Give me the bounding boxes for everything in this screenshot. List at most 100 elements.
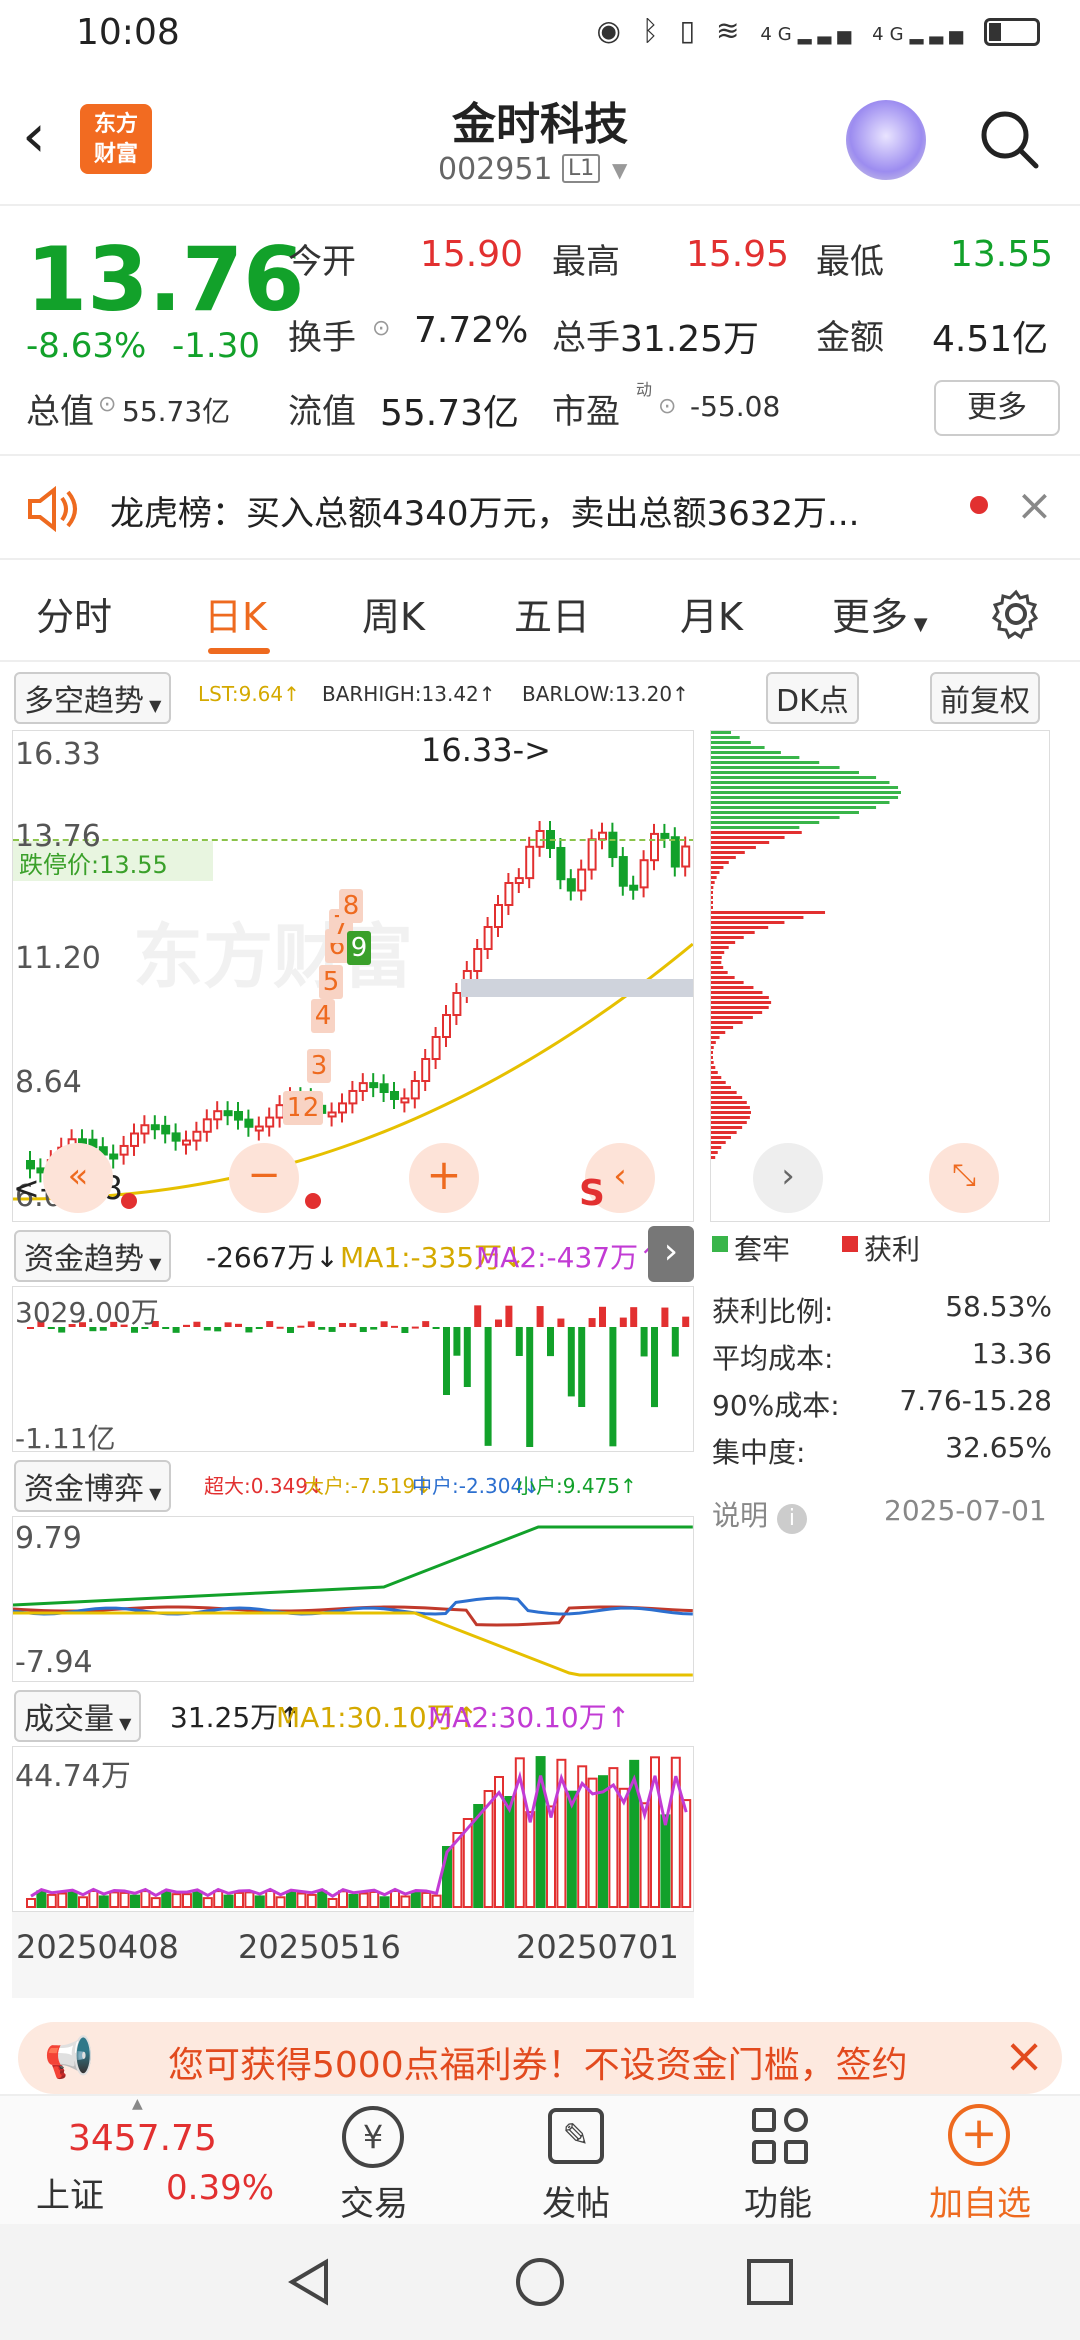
vol-ma2: MA2:30.10万↑ xyxy=(428,1701,631,1734)
fund-bar xyxy=(495,1319,502,1327)
chip-bar xyxy=(711,771,859,774)
candle xyxy=(681,845,691,868)
nav-home-icon[interactable] xyxy=(514,2256,566,2308)
fund-bar xyxy=(339,1322,346,1327)
nav-add-favorite[interactable]: 加自选 xyxy=(910,2176,1050,2225)
chip-bar xyxy=(711,791,901,794)
fund-trend-select[interactable]: 资金趋势 ▼ xyxy=(14,1230,172,1282)
index-change[interactable]: 0.39% xyxy=(166,2168,274,2208)
fund-bar xyxy=(235,1323,242,1327)
volume-bar xyxy=(119,1891,130,1908)
tab-five-day[interactable]: 五日 xyxy=(514,586,590,641)
tab-weekly-k[interactable]: 周K xyxy=(362,586,425,641)
promo-banner[interactable]: 📢 您可获得5000点福利券！不设资金门槛，签约 × xyxy=(18,2022,1062,2094)
candle xyxy=(223,1110,233,1117)
fund-bar xyxy=(463,1327,471,1387)
sell-signal: S xyxy=(579,1173,605,1214)
candle xyxy=(161,1124,171,1135)
chip-bar xyxy=(711,961,722,964)
chip-bar xyxy=(711,1121,747,1124)
volume-select[interactable]: 成交量 ▼ xyxy=(14,1690,142,1742)
chevron-down-icon[interactable]: ▼ xyxy=(612,158,627,182)
close-icon[interactable]: × xyxy=(1016,480,1053,531)
adjust-button[interactable]: 前复权 xyxy=(930,672,1040,724)
chip-bar xyxy=(711,876,717,879)
fund-bar xyxy=(661,1307,669,1327)
dk-point-button[interactable]: DK点 xyxy=(766,672,859,724)
candle xyxy=(109,1153,119,1160)
volume-bar xyxy=(57,1892,68,1908)
chip-bar xyxy=(711,1036,720,1039)
post-icon[interactable]: ✎ xyxy=(548,2108,604,2164)
volume-bar xyxy=(234,1891,244,1909)
collapse-arrow-icon[interactable]: › xyxy=(648,1226,694,1282)
chip-bar xyxy=(711,1066,716,1069)
chip-bar xyxy=(711,1141,726,1144)
fund-bar xyxy=(630,1307,638,1327)
robot-avatar[interactable] xyxy=(846,100,926,180)
float-value: 55.73亿 xyxy=(380,393,520,434)
info-icon[interactable]: ⊙ xyxy=(372,316,390,341)
promo-text[interactable]: 您可获得5000点福利券！不设资金门槛，签约 xyxy=(168,2036,908,2088)
index-value[interactable]: 3457.75 xyxy=(68,2118,217,2159)
chip-bar xyxy=(711,866,724,869)
volume-bar xyxy=(618,1787,629,1908)
notice-bar[interactable]: 龙虎榜：买入总额4340万元，卖出总额3632万... × xyxy=(0,458,1080,560)
fund-bar xyxy=(359,1327,367,1333)
signal-dot xyxy=(305,1193,321,1209)
chip-distribution[interactable]: › ⤡ xyxy=(710,730,1050,1222)
tab-monthly-k[interactable]: 月K xyxy=(680,586,743,641)
function-grid-icon[interactable] xyxy=(752,2108,808,2164)
fund-bar xyxy=(536,1306,544,1327)
tab-daily-k[interactable]: 日K xyxy=(204,586,267,641)
notice-text[interactable]: 龙虎榜：买入总额4340万元，卖出总额3632万... xyxy=(110,486,950,535)
fund-bar xyxy=(547,1327,554,1357)
search-icon[interactable] xyxy=(978,108,1040,170)
chip-bar xyxy=(711,1136,731,1139)
fund-bar xyxy=(245,1327,253,1333)
expand-icon[interactable]: ⤡ xyxy=(929,1143,999,1213)
y-label: 8.64 xyxy=(15,1065,82,1100)
add-favorite-icon[interactable]: + xyxy=(948,2104,1010,2166)
candle xyxy=(244,1118,254,1128)
info-icon[interactable]: ⊙ xyxy=(658,394,676,419)
scroll-left-icon[interactable]: « xyxy=(43,1143,113,1213)
stock-code[interactable]: 002951 xyxy=(438,152,553,187)
fund-bar xyxy=(422,1321,430,1327)
info-icon[interactable]: ⊙ xyxy=(98,392,116,417)
fund-bar xyxy=(640,1327,648,1357)
fund-ma2: MA2:-437万↑ xyxy=(476,1241,662,1274)
fund-bar xyxy=(651,1327,658,1408)
volume-bar xyxy=(67,1890,78,1908)
fund-bar xyxy=(443,1327,450,1396)
fund-bar xyxy=(370,1327,378,1330)
tab-more[interactable]: 更多 ▼ xyxy=(832,586,928,641)
fund-bar xyxy=(432,1327,440,1329)
nav-function[interactable]: 功能 xyxy=(708,2176,848,2225)
kline-chart[interactable]: 东方财富 跌停价:13.55 16.33 13.76 11.20 8.64 6.… xyxy=(12,730,694,1222)
fund-game-select[interactable]: 资金博弈 ▼ xyxy=(14,1460,172,1512)
close-icon[interactable]: × xyxy=(1004,2028,1044,2084)
more-button[interactable]: 更多 xyxy=(934,380,1060,436)
nav-back-icon[interactable] xyxy=(284,2256,336,2308)
chip-note-link[interactable]: 说明 i xyxy=(712,1494,807,1534)
fund-bar xyxy=(162,1327,170,1329)
fund-bar xyxy=(380,1321,388,1327)
zoom-out-icon[interactable]: − xyxy=(229,1143,299,1213)
gear-icon[interactable] xyxy=(990,588,1042,640)
chevron-right-icon[interactable]: › xyxy=(753,1143,823,1213)
index-name[interactable]: 上证 xyxy=(36,2168,104,2217)
indicator-select[interactable]: 多空趋势 ▼ xyxy=(14,672,172,724)
level-tag[interactable]: L1 xyxy=(562,154,601,183)
chip-bar xyxy=(711,1116,750,1119)
nav-trade[interactable]: 交易 xyxy=(304,2176,444,2225)
chip-bar xyxy=(711,1131,737,1134)
nav-post[interactable]: 发帖 xyxy=(506,2176,646,2225)
nav-recent-icon[interactable] xyxy=(744,2256,796,2308)
tab-intraday[interactable]: 分时 xyxy=(36,586,112,641)
zoom-in-icon[interactable]: + xyxy=(409,1143,479,1213)
battery-icon xyxy=(984,18,1040,46)
trade-icon[interactable]: ¥ xyxy=(342,2106,404,2168)
chip-bar xyxy=(711,736,740,739)
chip-bar xyxy=(711,956,722,959)
